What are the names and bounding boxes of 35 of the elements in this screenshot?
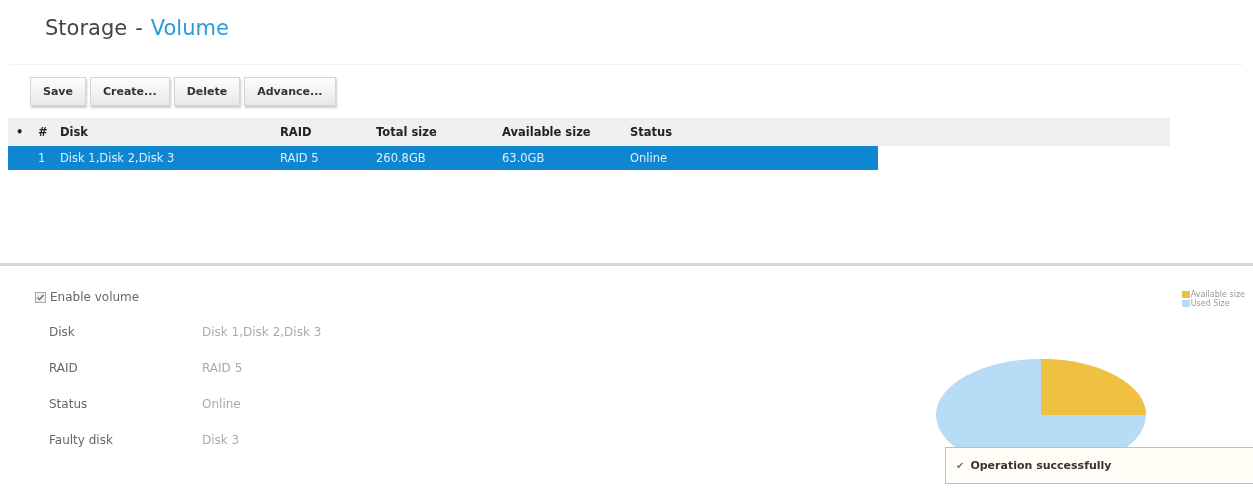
field-label: Disk (49, 325, 76, 339)
title-separator: - (135, 16, 143, 40)
legend-label: Used Size (1190, 299, 1230, 308)
toolbar-button[interactable]: Create... (90, 77, 170, 106)
toolbar-button[interactable]: Advance... (244, 77, 336, 106)
column-header[interactable]: RAID (272, 125, 368, 139)
table-cell-text: 63.0GB (501, 151, 546, 165)
check-icon: ✔ (956, 460, 965, 471)
legend-label: Available size (1190, 290, 1245, 299)
field-label: Faulty disk (49, 433, 114, 447)
checkbox-label: Enable volume (50, 290, 140, 304)
marker-column-header: • (15, 125, 25, 139)
checkbox-icon[interactable] (35, 291, 46, 303)
field-value: Disk 1,Disk 2,Disk 3 (202, 325, 323, 339)
toast-message: Operation successfully (970, 459, 1112, 472)
table-cell-text: 260.8GB (375, 151, 427, 165)
toolbar-button[interactable]: Save (30, 77, 86, 106)
column-header[interactable]: # (30, 125, 52, 139)
enable-volume-checkbox[interactable]: Enable volume (35, 290, 402, 304)
table-cell-text: Disk 1,Disk 2,Disk 3 (59, 151, 176, 165)
field-value: Online (202, 397, 242, 411)
column-header[interactable]: Disk (52, 125, 272, 139)
field-label: Status (49, 397, 89, 411)
table-cell-text: Online (629, 151, 669, 165)
page-title: Storage (45, 16, 128, 40)
toolbar-button[interactable]: Delete (173, 77, 241, 106)
column-header[interactable]: Available size (494, 125, 622, 139)
field-value: RAID 5 (202, 361, 244, 375)
column-header[interactable]: Status (622, 125, 712, 139)
table-cell-text: 1 (37, 151, 47, 165)
page-subtitle: Volume (150, 16, 229, 40)
field-value: Disk 3 (202, 433, 241, 447)
table-cell-text: RAID 5 (279, 151, 320, 165)
column-header[interactable]: Total size (368, 125, 494, 139)
field-label: RAID (49, 361, 79, 375)
